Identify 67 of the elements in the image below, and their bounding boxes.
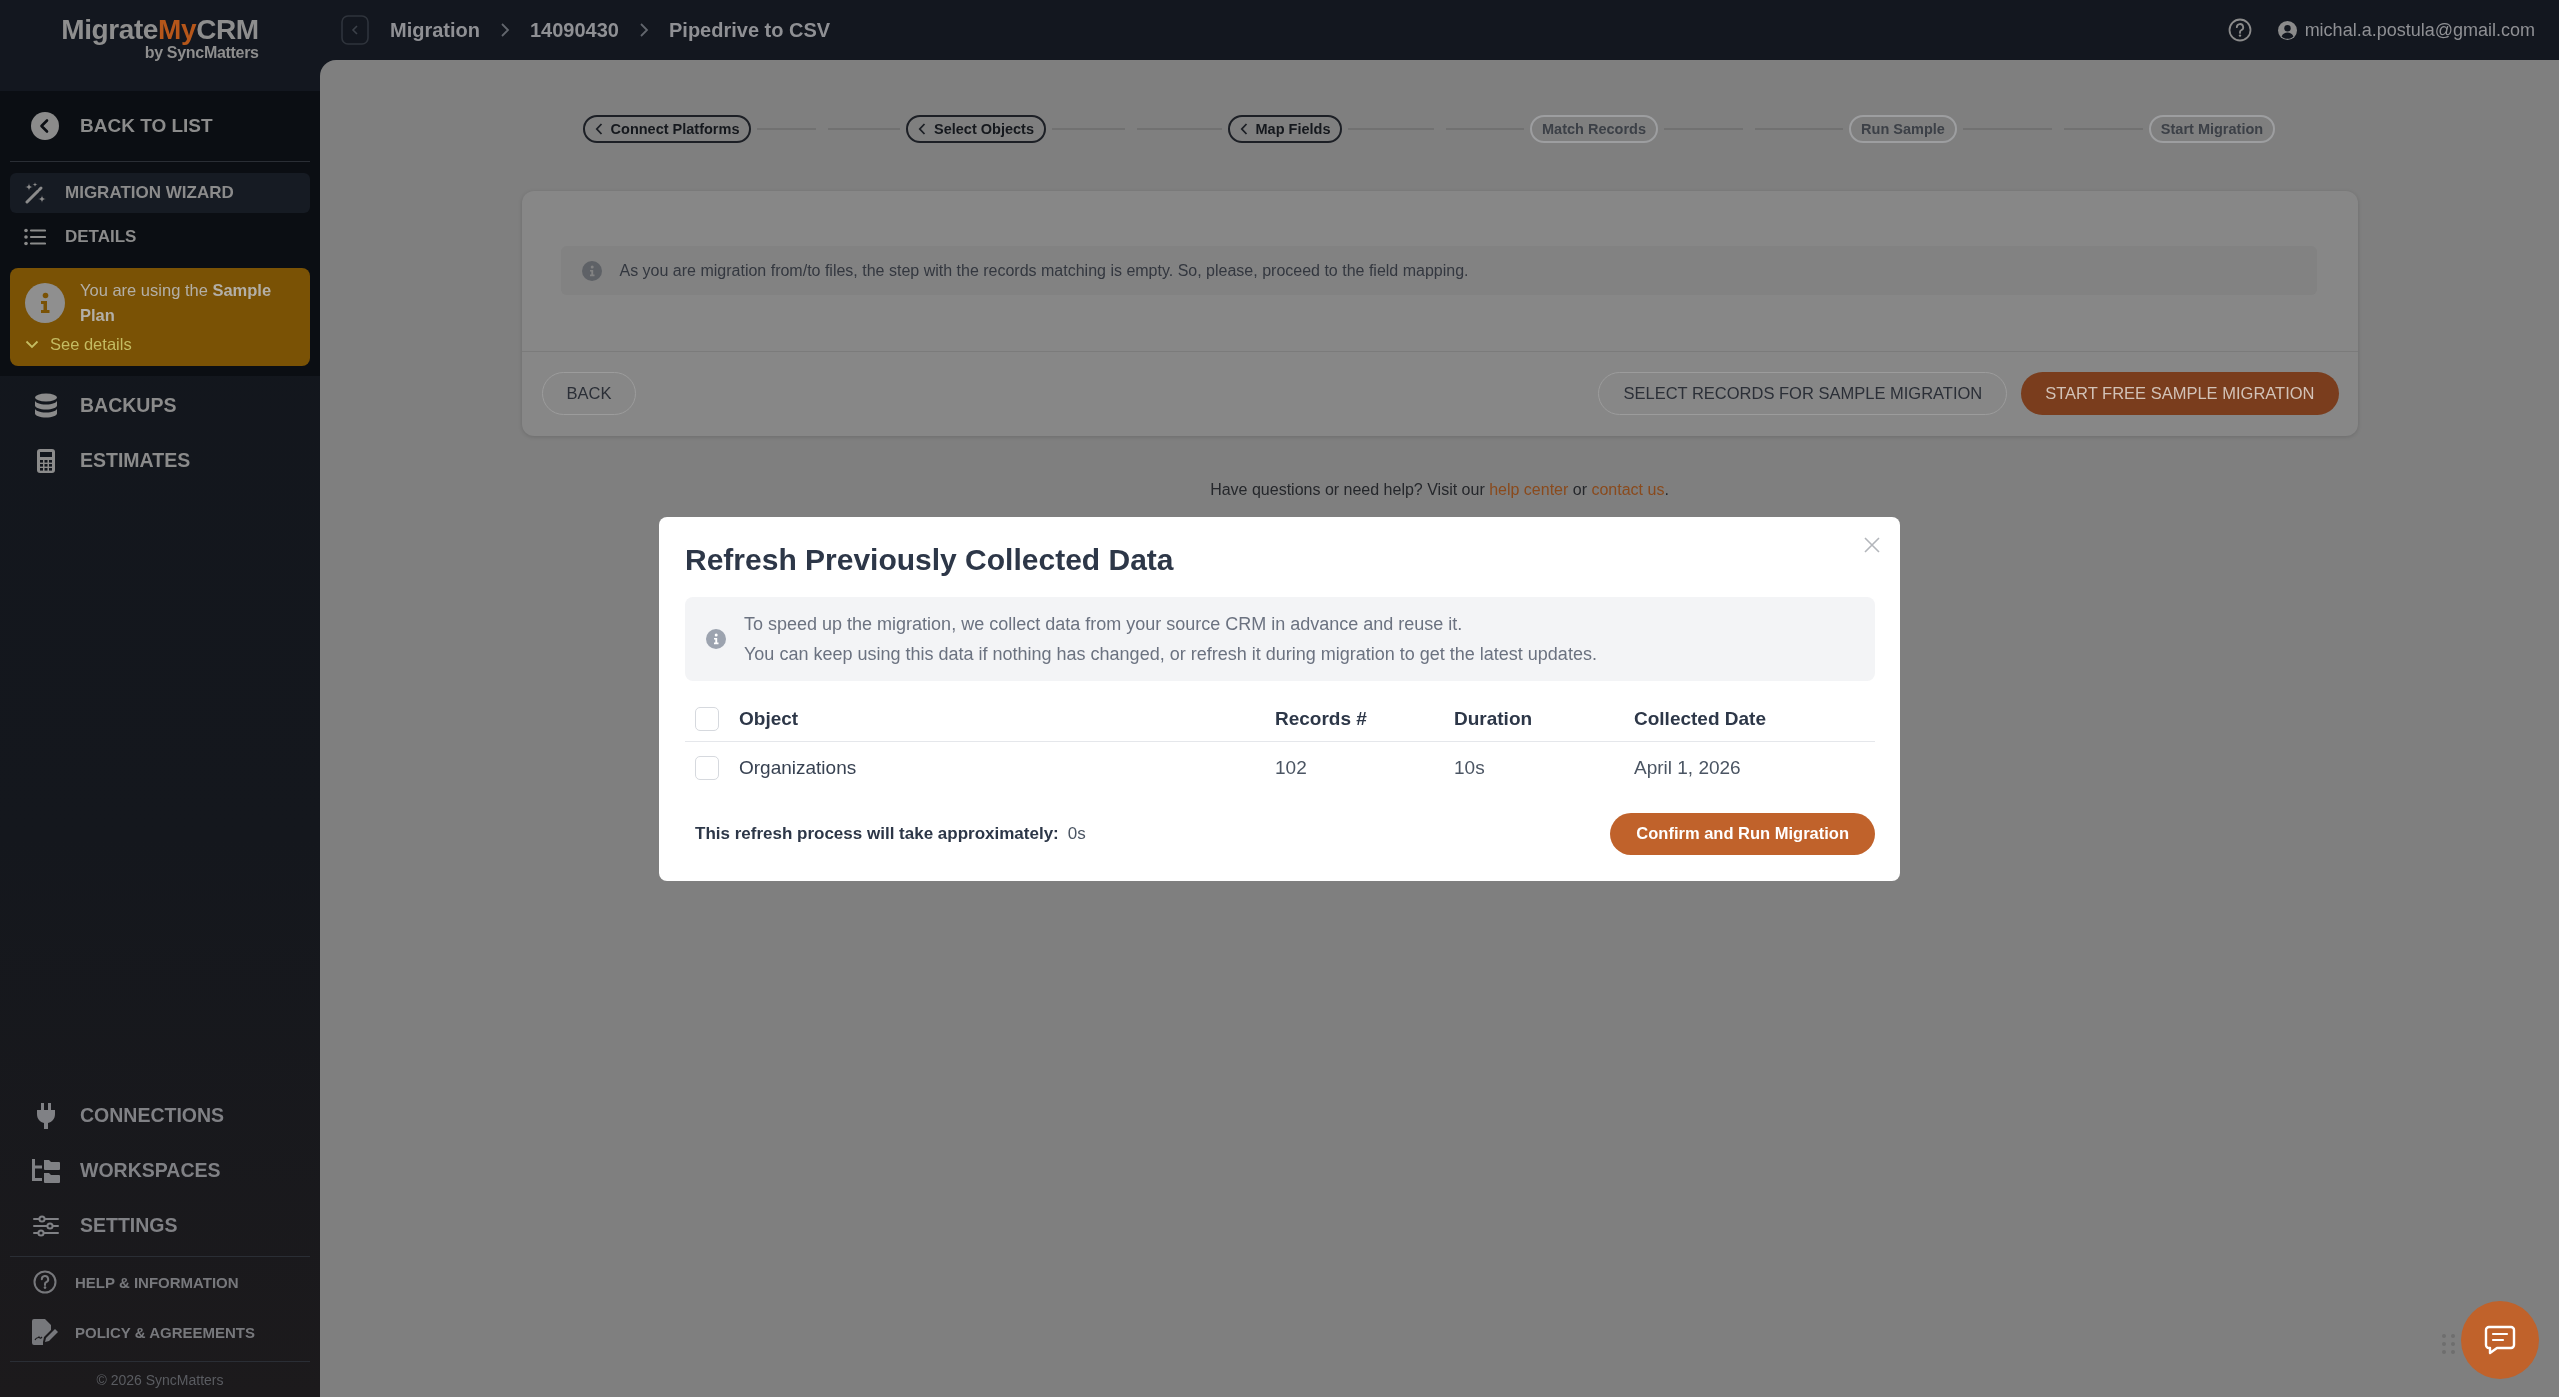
table-cell: Organizations (739, 756, 857, 778)
sidebar-footer-link[interactable]: HELP & INFORMATION (0, 1257, 320, 1307)
notice-text: As you are migration from/to files, the step with the records matching is empty. So, please, proceed to the field mapping. (619, 261, 1469, 280)
breadcrumb-link[interactable]: Migration (390, 18, 480, 42)
step-pill[interactable]: Map Fields (1227, 115, 1343, 143)
step-pill[interactable]: Run Sample (1849, 115, 1957, 143)
info-icon (706, 628, 726, 649)
copyright-text: © 2026 SyncMatters (96, 1371, 224, 1388)
magic-wand-icon (24, 182, 46, 204)
step-pill[interactable]: Match Records (1530, 115, 1658, 143)
user-avatar-icon (2277, 20, 2297, 40)
checkbox[interactable] (695, 706, 719, 731)
info-icon (581, 260, 602, 281)
sidebar-nav-link[interactable]: CONNECTIONS (0, 1088, 320, 1143)
column-header: Collected Date (1634, 707, 1766, 729)
step-pill[interactable]: Select Objects (906, 115, 1046, 143)
close-icon[interactable] (1864, 536, 1880, 553)
table-cell: 10s (1454, 756, 1485, 778)
info-icon (25, 283, 65, 323)
table-cell: 102 (1275, 756, 1307, 778)
estimate-label: This refresh process will take approximately: (695, 823, 1059, 844)
estimate-value: 0s (1067, 823, 1086, 844)
info-text: To speed up the migration, we collect data from your source CRM in advance and reuse it. (744, 612, 1464, 636)
start-sample-button[interactable]: START FREE SAMPLE MIGRATION (2021, 372, 2339, 415)
sidebar-nav-link[interactable]: SETTINGS (0, 1198, 320, 1253)
sidebar-menu-item[interactable]: MIGRATION WIZARD (10, 173, 310, 213)
chevron-left-icon (1239, 123, 1248, 135)
step-pill[interactable]: Start Migration (2148, 115, 2276, 143)
plan-notice-text: You are using the Sample Plan (80, 280, 273, 326)
calculator-icon (36, 447, 56, 474)
chevron-down-icon (25, 339, 39, 349)
chevron-right-icon (639, 22, 649, 38)
breadcrumb-current[interactable]: Pipedrive to CSV (669, 18, 831, 42)
back-to-list-link[interactable]: BACK TO LIST (10, 91, 310, 161)
help-icon (33, 1270, 57, 1294)
chevron-left-icon (594, 123, 603, 135)
breadcrumb-link[interactable]: 14090430 (530, 18, 619, 42)
sidebar-toggle-icon[interactable] (341, 15, 369, 45)
chevron-left-icon (918, 123, 927, 135)
help-icon[interactable] (2227, 18, 2252, 42)
dialog-title: Refresh Previously Collected Data (685, 541, 1175, 578)
step-pill[interactable]: Connect Platforms (582, 115, 752, 143)
plug-icon (36, 1102, 56, 1129)
see-details-toggle[interactable]: See details (25, 333, 132, 355)
user-email[interactable]: michal.a.postula@gmail.com (2304, 19, 2535, 41)
confirm-run-button[interactable]: Confirm and Run Migration (1610, 812, 1875, 855)
chevron-right-icon (500, 22, 510, 38)
sidebar-nav-link[interactable]: ESTIMATES (0, 433, 320, 488)
chat-bubble-icon (2484, 1325, 2516, 1355)
sidebar-nav-link[interactable]: BACKUPS (0, 378, 320, 433)
list-icon (24, 228, 46, 246)
table-cell: April 1, 2026 (1634, 756, 1741, 778)
help-text: Have questions or need help? Visit our help center or contact us. (1209, 480, 1670, 500)
folder-tree-icon (31, 1157, 61, 1184)
column-header: Records # (1275, 707, 1367, 729)
logo-tagline: by SyncMatters (144, 44, 259, 62)
sidebar-menu-item[interactable]: DETAILS (10, 217, 310, 257)
sidebar-footer-link[interactable]: POLICY & AGREEMENTS (0, 1307, 320, 1357)
back-chevron-icon (31, 112, 59, 140)
sidebar-nav-link[interactable]: WORKSPACES (0, 1143, 320, 1198)
database-icon (34, 392, 58, 419)
sliders-icon (33, 1214, 59, 1237)
checkbox[interactable] (695, 755, 719, 780)
column-header: Object (739, 707, 799, 729)
document-pen-icon (31, 1318, 59, 1346)
info-text: You can keep using this data if nothing has changed, or refresh it during migration to get the latest updates. (744, 642, 1597, 666)
column-header: Duration (1454, 707, 1533, 729)
